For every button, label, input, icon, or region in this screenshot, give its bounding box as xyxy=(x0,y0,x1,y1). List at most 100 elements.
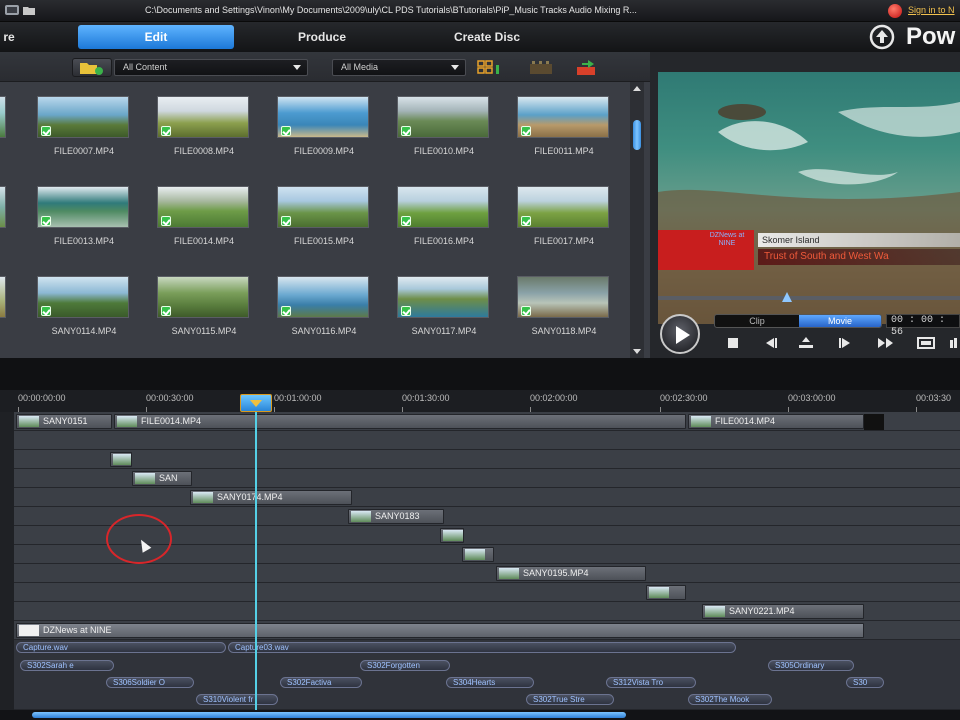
library-thumb[interactable]: SANY0117.MP4 xyxy=(397,276,491,344)
more-controls-icon[interactable] xyxy=(948,336,960,350)
timeline-gap xyxy=(864,414,884,430)
timeline-clip[interactable] xyxy=(646,585,686,600)
previous-frame-icon[interactable] xyxy=(760,336,780,350)
tab-produce[interactable]: Produce xyxy=(272,25,372,49)
library-thumb[interactable]: FILE0010.MP4 xyxy=(397,96,491,164)
content-filter-dropdown[interactable]: All Content xyxy=(114,59,308,76)
timeline-track[interactable] xyxy=(14,488,960,507)
library-thumb-partial[interactable] xyxy=(0,276,8,344)
next-frame-icon[interactable] xyxy=(836,336,856,350)
thumb-label: SANY0118.MP4 xyxy=(531,326,597,336)
media-filter-dropdown[interactable]: All Media xyxy=(332,59,466,76)
timeline-scroll-thumb[interactable] xyxy=(32,712,626,718)
timeline-clip[interactable]: FILE0014.MP4 xyxy=(688,414,864,429)
audio-clip[interactable]: S302Sarah e xyxy=(20,660,114,671)
audio-clip[interactable]: S310Violent fr xyxy=(196,694,278,705)
scroll-down-icon[interactable] xyxy=(633,349,641,354)
timeline-track[interactable] xyxy=(14,450,960,469)
timeline-track[interactable] xyxy=(14,564,960,583)
audio-clip[interactable]: S302The Mook xyxy=(688,694,772,705)
playhead-handle[interactable] xyxy=(240,394,272,412)
timeline-clip[interactable]: FILE0014.MP4 xyxy=(114,414,686,429)
mark-in-icon[interactable] xyxy=(796,336,816,350)
timeline-clip[interactable]: SANY0183 xyxy=(348,509,444,524)
timeline-ruler[interactable]: 00:00:00:00 00:00:30:00 00:01:00:00 00:0… xyxy=(0,390,960,412)
upgrade-icon[interactable] xyxy=(866,24,898,50)
audio-clip[interactable]: S30 xyxy=(846,677,884,688)
scroll-up-icon[interactable] xyxy=(633,86,641,91)
thumb-label: FILE0007.MP4 xyxy=(53,146,115,156)
timeline-clip[interactable] xyxy=(110,452,132,467)
aspect-ratio-icon[interactable] xyxy=(916,336,936,350)
tab-capture[interactable]: re xyxy=(0,25,24,49)
clip-thumbnail xyxy=(193,492,213,503)
sign-in-link[interactable]: Sign in to N xyxy=(908,5,955,15)
timeline-clip[interactable]: SANY0195.MP4 xyxy=(496,566,646,581)
fast-forward-icon[interactable] xyxy=(876,336,896,350)
library-thumb[interactable]: SANY0118.MP4 xyxy=(517,276,611,344)
timeline-clip[interactable]: SANY0151 xyxy=(16,414,112,429)
timeline-clip[interactable]: SANY0174.MP4 xyxy=(190,490,352,505)
play-button[interactable] xyxy=(660,314,700,354)
movie-mode-button[interactable]: Movie xyxy=(799,315,881,327)
ruler-tick-label: 00:01:30:00 xyxy=(402,393,450,403)
stop-icon[interactable] xyxy=(724,336,744,350)
ruler-tick-label: 00:01:00:00 xyxy=(274,393,322,403)
audio-clip[interactable]: S305Ordinary xyxy=(768,660,854,671)
library-thumb[interactable]: FILE0017.MP4 xyxy=(517,186,611,254)
library-thumb[interactable]: FILE0009.MP4 xyxy=(277,96,371,164)
lower-third-title: Skomer Island xyxy=(758,233,960,247)
library-thumb[interactable]: FILE0007.MP4 xyxy=(37,96,131,164)
library-thumb[interactable]: FILE0008.MP4 xyxy=(157,96,251,164)
view-grid-icon[interactable] xyxy=(476,59,502,76)
tab-edit[interactable]: Edit xyxy=(78,25,234,49)
audio-clip[interactable]: Capture.wav xyxy=(16,642,226,653)
tab-create-disc[interactable]: Create Disc xyxy=(432,25,542,49)
timeline-clip[interactable] xyxy=(462,547,494,562)
library-thumb[interactable]: FILE0015.MP4 xyxy=(277,186,371,254)
audio-clip[interactable]: S302Factiva xyxy=(280,677,362,688)
preview-screen[interactable]: DZNews at NINE Skomer Island Trust of So… xyxy=(658,72,960,324)
audio-clip[interactable]: S306Soldier O xyxy=(106,677,194,688)
audio-clip[interactable]: S304Hearts xyxy=(446,677,534,688)
export-icon[interactable] xyxy=(574,59,600,76)
library-thumb[interactable]: SANY0116.MP4 xyxy=(277,276,371,344)
timeline-track[interactable] xyxy=(14,431,960,450)
library-scrollbar[interactable] xyxy=(630,82,644,358)
timeline-horizontal-scrollbar[interactable] xyxy=(0,710,960,720)
preview-panel: DZNews at NINE Skomer Island Trust of So… xyxy=(650,52,960,358)
scroll-thumb[interactable] xyxy=(633,120,641,150)
timeline-clip[interactable] xyxy=(440,528,464,543)
title-clip[interactable]: DZNews at NINE xyxy=(16,623,864,638)
sign-in-icon[interactable] xyxy=(888,4,902,18)
preview-timecode[interactable]: 00 : 00 : 56 xyxy=(886,314,960,338)
overlay-red-title: DZNews at NINE xyxy=(658,230,754,270)
library-thumb[interactable]: FILE0016.MP4 xyxy=(397,186,491,254)
library-thumb[interactable]: FILE0013.MP4 xyxy=(37,186,131,254)
timeline-clip[interactable]: SANY0221.MP4 xyxy=(702,604,864,619)
import-folder-icon xyxy=(80,63,103,75)
timeline-clip[interactable]: SAN xyxy=(132,471,192,486)
library-thumb[interactable]: SANY0115.MP4 xyxy=(157,276,251,344)
audio-clip[interactable]: S302Forgotten xyxy=(360,660,450,671)
audio-clip[interactable]: S312Vista Tro xyxy=(606,677,696,688)
library-thumb[interactable]: FILE0014.MP4 xyxy=(157,186,251,254)
folder-icon[interactable] xyxy=(22,4,36,16)
clip-mode-button[interactable]: Clip xyxy=(715,315,799,327)
library-thumb-partial[interactable] xyxy=(0,96,8,164)
library-thumb[interactable]: FILE0011.MP4 xyxy=(517,96,611,164)
timeline-track[interactable] xyxy=(14,583,960,602)
panel-splitter[interactable] xyxy=(0,358,960,390)
preview-seek-slider[interactable] xyxy=(658,292,960,302)
library-thumb[interactable]: SANY0114.MP4 xyxy=(37,276,131,344)
thumb-label: FILE0017.MP4 xyxy=(533,236,595,246)
clip-movie-toggle[interactable]: Clip Movie xyxy=(714,314,882,328)
film-strip-icon[interactable] xyxy=(528,59,554,76)
audio-clip[interactable]: Capture03.wav xyxy=(228,642,736,653)
thumb-label: FILE0014.MP4 xyxy=(173,236,235,246)
library-thumb-partial[interactable] xyxy=(0,186,8,254)
playhead-line[interactable] xyxy=(255,410,257,710)
audio-clip[interactable]: S302True Stre xyxy=(526,694,614,705)
ruler-tick-label: 00:02:30:00 xyxy=(660,393,708,403)
import-folder-button[interactable] xyxy=(72,58,112,77)
